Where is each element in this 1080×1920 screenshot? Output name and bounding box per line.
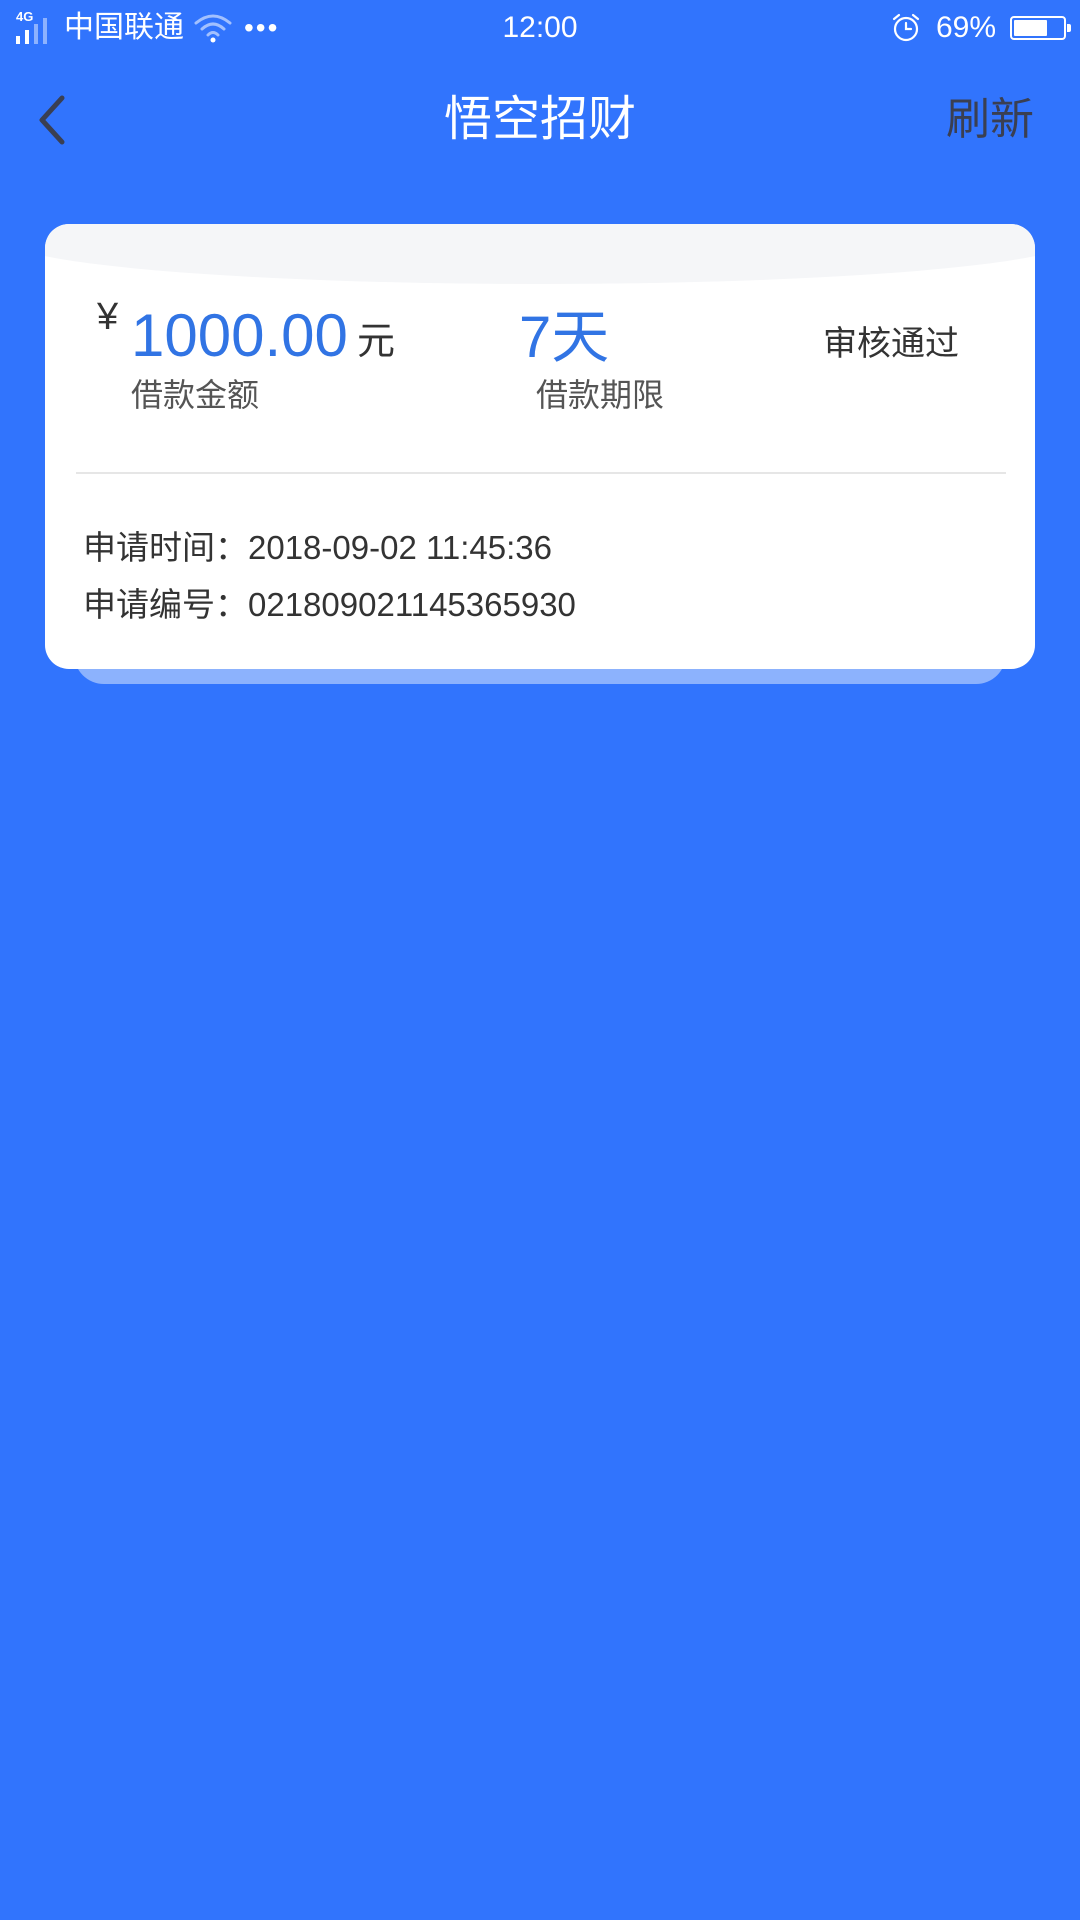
battery-fill — [1014, 20, 1047, 36]
apply-time-row: 申请时间：2018-09-02 11:45:36 — [83, 528, 552, 568]
alarm-clock-icon — [892, 13, 920, 42]
status-right: 69% — [890, 8, 1071, 48]
apply-time-value: 2018-09-02 11:45:36 — [248, 529, 552, 566]
loan-term-label: 借款期限 — [536, 377, 665, 413]
card-top-band — [45, 224, 1035, 284]
battery-icon — [1010, 16, 1071, 40]
apply-number-label: 申请编号： — [83, 586, 248, 623]
loan-amount-label: 借款金额 — [131, 377, 260, 413]
nav-bar: 悟空招财 刷新 — [0, 58, 1080, 182]
refresh-button[interactable]: 刷新 — [946, 94, 1034, 146]
card-divider — [76, 472, 1006, 474]
amount-unit: 元 — [357, 321, 396, 363]
loan-amount: 1000.00 — [131, 302, 348, 369]
battery-percent: 69% — [935, 11, 996, 44]
battery-tip — [1067, 24, 1071, 32]
apply-number-value: 0218090211453659​30 — [248, 586, 576, 623]
apply-time-label: 申请时间： — [83, 529, 248, 566]
apply-number-row: 申请编号：0218090211453659​30 — [83, 585, 576, 625]
page-title: 悟空招财 — [443, 93, 636, 146]
review-status: 审核通过 — [823, 325, 959, 363]
loan-card: ¥ 1000.00 元 借款金额 7天 借款期限 审核通过 申请时间：2018-… — [45, 224, 1035, 669]
loan-term: 7天 — [519, 305, 610, 370]
currency-symbol: ¥ — [97, 296, 119, 338]
status-bar: 4G 中国联通 ••• 12:00 69% — [0, 0, 1080, 58]
